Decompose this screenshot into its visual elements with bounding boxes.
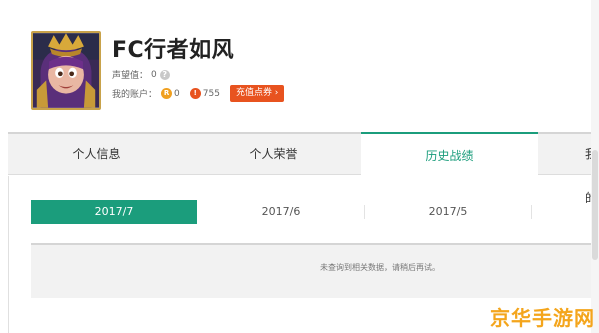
month-2017-7[interactable]: 2017/7: [31, 200, 197, 224]
page-scrollbar[interactable]: [591, 0, 599, 333]
scrollbar-thumb[interactable]: [592, 150, 598, 260]
avatar-portrait-image: [33, 33, 99, 108]
tab-personal-honors[interactable]: 个人荣誉: [185, 132, 362, 176]
account-label: 我的账户：: [112, 90, 158, 100]
recharge-button[interactable]: 充值点券 ›: [229, 85, 285, 102]
month-2017-6[interactable]: 2017/6: [198, 200, 364, 224]
voucher-coin-icon: !: [189, 88, 201, 99]
month-2017-5[interactable]: 2017/5: [365, 200, 531, 224]
account-row: 我的账户： R 0 ! 755 充值点券 ›: [112, 85, 285, 102]
gold-coin-balance: 0: [174, 88, 180, 99]
content-border: [8, 176, 9, 333]
tab-my[interactable]: 我的: [538, 132, 599, 205]
reputation-value: 0: [151, 69, 157, 80]
match-results-panel: 未查询到相关数据，请稍后再试。: [31, 243, 599, 298]
reputation-label: 声望值：: [112, 71, 149, 81]
month-divider: [531, 205, 532, 219]
user-avatar: [31, 31, 101, 110]
tab-personal-info[interactable]: 个人信息: [8, 132, 185, 176]
tab-match-history[interactable]: 历史战绩: [361, 132, 538, 176]
site-watermark: 京华手游网: [490, 306, 595, 330]
help-icon[interactable]: ?: [159, 69, 170, 80]
reputation-row: 声望值： 0 ?: [112, 68, 170, 81]
username-title: FC行者如风: [112, 38, 235, 63]
gold-coin-icon: R: [161, 88, 173, 99]
voucher-balance: 755: [202, 88, 220, 99]
profile-tab-bar: 个人信息 个人荣誉 历史战绩 我的: [8, 132, 599, 205]
empty-results-message: 未查询到相关数据，请稍后再试。: [320, 263, 440, 272]
